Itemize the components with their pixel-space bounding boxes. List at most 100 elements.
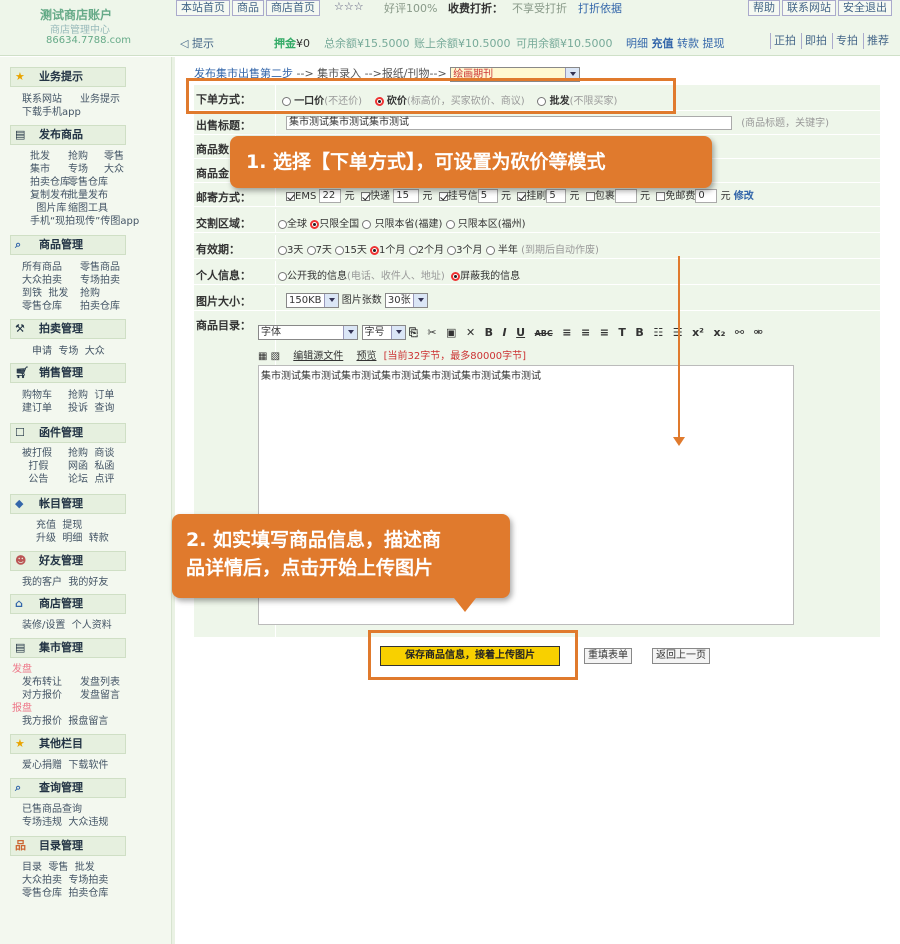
account-domain[interactable]: 86634.7788.com (46, 35, 131, 46)
withdraw-link[interactable]: 提现 (703, 37, 725, 50)
sidebar-section-mail[interactable]: ☐ 函件管理 (10, 423, 126, 443)
registered-fee-input[interactable]: 5 (477, 189, 498, 203)
radio-region-district[interactable] (445, 219, 455, 229)
free-shipping-checkbox[interactable] (656, 191, 666, 201)
help-link[interactable]: 帮助 (748, 0, 780, 16)
sidebar-links[interactable]: 爱心捐赠 下载软件 (22, 759, 108, 772)
superscript-icon[interactable]: x² (692, 326, 704, 339)
sidebar-section-business[interactable]: ★ 业务提示 (10, 67, 126, 87)
image-size-select[interactable]: 150KB (286, 292, 339, 308)
radio-3months[interactable] (447, 245, 457, 255)
table-icon[interactable]: ▦ (258, 351, 267, 362)
nav-zhengpai[interactable]: 正拍 (770, 33, 799, 49)
radio-region-national[interactable] (310, 219, 320, 229)
italic-icon[interactable]: I (503, 326, 507, 339)
sidebar-links[interactable]: 装修/设置 个人资料 (22, 619, 112, 632)
reset-form-button[interactable]: 重填表单 (584, 648, 632, 664)
ordered-list-icon[interactable]: ☷ (653, 326, 663, 339)
radio-1month[interactable] (370, 245, 380, 255)
text-color-icon[interactable]: T (618, 326, 626, 339)
contact-link[interactable]: 联系网站 (782, 0, 836, 16)
sidebar-section-friends[interactable]: ☻ 好友管理 (10, 551, 126, 571)
sidebar-section-other[interactable]: ★ 其他栏目 (10, 734, 126, 754)
link-icon[interactable]: ⚯ (735, 326, 744, 339)
image-icon[interactable]: ▧ (271, 351, 280, 362)
ems-checkbox[interactable] (286, 191, 295, 201)
unlink-icon[interactable]: ⚮ (754, 326, 763, 339)
copy-icon[interactable]: ⎘ (409, 326, 418, 340)
sidebar-section-sales[interactable]: 🛒︎ 销售管理 (10, 363, 126, 383)
edit-source-link[interactable]: 编辑源文件 (293, 351, 343, 362)
sidebar-section-accounts[interactable]: ◆ 帐目管理 (10, 494, 126, 514)
radio-hide-info[interactable] (451, 271, 461, 281)
sidebar-section-publish[interactable]: ▤ 发布商品 (10, 125, 126, 145)
cut-icon[interactable]: ✂ (427, 326, 436, 339)
paste-icon[interactable]: ▣ (446, 326, 456, 339)
nav-shop-home[interactable]: 商店首页 (266, 0, 320, 16)
nav-jipai[interactable]: 即拍 (801, 33, 830, 49)
align-center-icon[interactable]: ≡ (581, 326, 590, 339)
sidebar-links[interactable]: 我的客户 我的好友 (22, 576, 108, 589)
sidebar-links[interactable]: 零售商品 专场拍卖 抢购 拍卖仓库 (80, 261, 120, 313)
preview-link[interactable]: 预览 (356, 351, 376, 362)
nav-products[interactable]: 商品 (232, 0, 264, 16)
sidebar-links[interactable]: 抢购 订单 投诉 查询 (68, 389, 114, 415)
sidebar-section-shop[interactable]: ⌂ 商店管理 (10, 594, 126, 614)
sidebar-links[interactable]: 申请 专场 大众 (32, 345, 105, 358)
font-size-select[interactable]: 字号 (361, 325, 406, 340)
ems-fee-input[interactable]: 22 (319, 189, 342, 203)
radio-7days[interactable] (306, 245, 316, 255)
sidebar-section-query[interactable]: ⌕ 查询管理 (10, 778, 126, 798)
free-shipping-input[interactable]: 0 (695, 189, 718, 203)
nav-zhuanpai[interactable]: 专拍 (832, 33, 861, 49)
sidebar-links[interactable]: 被打假 打假 公告 (22, 447, 52, 486)
transfer-link[interactable]: 转款 (677, 37, 699, 50)
detail-link[interactable]: 明细 (626, 37, 648, 50)
registered-checkbox[interactable] (438, 191, 448, 201)
align-left-icon[interactable]: ≡ (562, 326, 571, 339)
underline-icon[interactable]: U (516, 326, 525, 339)
radio-show-info[interactable] (278, 271, 287, 281)
radio-region-global[interactable] (278, 219, 287, 229)
print-fee-input[interactable]: 5 (546, 189, 567, 203)
radio-2months[interactable] (408, 245, 418, 255)
sidebar-section-goods[interactable]: ⌕ 商品管理 (10, 235, 126, 255)
sidebar-section-market[interactable]: ▤ 集市管理 (10, 638, 126, 658)
sidebar-links[interactable]: 零售 大众 (104, 150, 124, 176)
title-input[interactable]: 集市测试集市测试集市测试 (286, 116, 732, 130)
tip-link[interactable]: ◁ 提示 (180, 35, 214, 51)
delete-icon[interactable]: ✕ (466, 326, 475, 339)
recharge-link[interactable]: 充值 (652, 37, 674, 50)
package-checkbox[interactable] (585, 191, 595, 201)
sidebar-links[interactable]: 联系网站 下载手机app (22, 93, 81, 119)
logout-link[interactable]: 安全退出 (838, 0, 892, 16)
sidebar-links[interactable]: 目录 零售 批发 大众拍卖 专场拍卖 零售仓库 拍卖仓库 (22, 861, 108, 900)
sidebar-section-auction[interactable]: ⚒ 拍卖管理 (10, 319, 126, 339)
sidebar-section-catalog[interactable]: 品目录管理 (10, 836, 126, 856)
nav-site-home[interactable]: 本站首页 (176, 0, 230, 16)
bold-icon[interactable]: B (485, 326, 493, 339)
shipping-edit-link[interactable]: 修改 (734, 191, 754, 202)
subscript-icon[interactable]: x₂ (713, 326, 725, 339)
bg-color-icon[interactable]: B (635, 326, 643, 339)
sidebar-links[interactable]: 充值 提现 升级 明细 转款 (36, 519, 109, 545)
sidebar-links[interactable]: 抢购 专场 零售仓库 批量发布 缩图工具 (68, 150, 108, 215)
sidebar-links[interactable]: 我方报价 报盘留言 (22, 715, 108, 728)
align-right-icon[interactable]: ≡ (600, 326, 609, 339)
sidebar-links[interactable]: 业务提示 (80, 93, 120, 106)
radio-3days[interactable] (278, 245, 287, 255)
package-fee-input[interactable] (614, 189, 637, 203)
font-select[interactable]: 字体 (258, 325, 358, 340)
radio-region-province[interactable] (362, 219, 372, 229)
print-checkbox[interactable] (517, 191, 527, 201)
sidebar-links[interactable]: 抢购 商谈 网函 私函 论坛 点评 (68, 447, 114, 486)
strikethrough-icon[interactable]: ABC (535, 329, 553, 338)
express-fee-input[interactable]: 15 (393, 189, 420, 203)
radio-15days[interactable] (335, 245, 345, 255)
sidebar-links[interactable]: 所有商品 大众拍卖 到铁 批发 零售仓库 (22, 261, 68, 313)
express-checkbox[interactable] (361, 191, 371, 201)
sidebar-links[interactable]: 购物车 建订单 (22, 389, 52, 415)
back-button[interactable]: 返回上一页 (652, 648, 710, 664)
sidebar-links[interactable]: 发布转让 对方报价 (22, 676, 62, 702)
sidebar-links[interactable]: 已售商品查询 专场违规 大众违规 (22, 803, 108, 829)
